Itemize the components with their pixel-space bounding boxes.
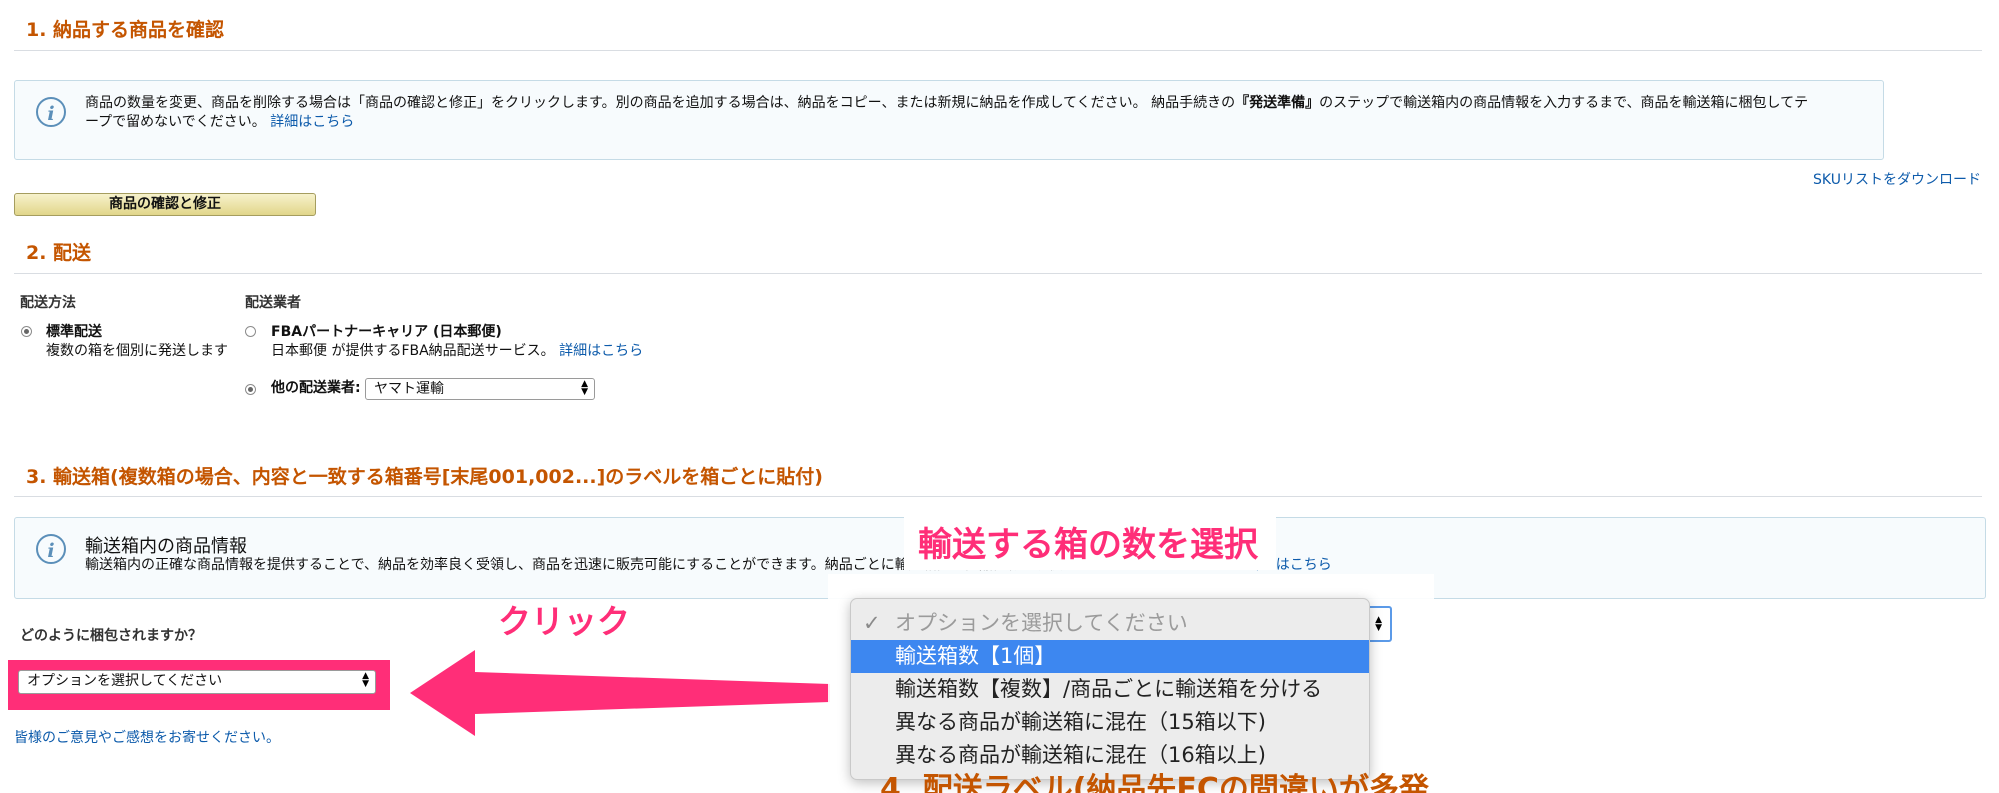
dropdown-option-multiple-boxes[interactable]: 輸送箱数【複数】/商品ごとに輸送箱を分ける (851, 673, 1369, 706)
section-3-title: 3. 輸送箱(複数箱の場合、内容と一致する箱番号[末尾001,002...]のラ… (26, 466, 823, 488)
dropdown-option-one-box[interactable]: 輸送箱数【1個】 (851, 640, 1369, 673)
section-4-title-partial: 4. 配送ラベル(納品先FCの間違いが多発 (880, 772, 1429, 793)
fba-partner-label: FBAパートナーキャリア (日本郵便) (271, 324, 502, 340)
info-icon: i (36, 97, 66, 127)
learn-more-link[interactable]: 詳細はこちら (270, 114, 354, 130)
dropdown-option-placeholder[interactable]: ✓ オプションを選択してください (851, 607, 1369, 640)
info-text-part2: のステップで輸送箱内の商品情報を入力するまで、商品を輸送箱に梱包してテ (1319, 95, 1809, 111)
other-carrier-label: 他の配送業者: (271, 380, 361, 396)
annotation-click: クリック (498, 602, 630, 641)
sku-download-link[interactable]: SKUリストをダウンロード (1813, 171, 1981, 190)
box-contents-title: 輸送箱内の商品情報 (85, 536, 247, 557)
option-label: オプションを選択してください (895, 611, 1188, 635)
checkmark-icon: ✓ (863, 611, 881, 635)
standard-shipping-radio[interactable] (21, 326, 32, 337)
fba-partner-option: FBAパートナーキャリア (日本郵便) 日本郵便 が提供するFBA納品配送サービ… (271, 323, 643, 361)
carrier-select[interactable]: ヤマト運輸 ▲ ▼ (365, 378, 595, 400)
pack-question-label: どのように梱包されますか？ (20, 628, 202, 644)
option-label: 異なる商品が輸送箱に混在（16箱以上) (895, 743, 1266, 767)
feedback-link[interactable]: 皆様のご意見やご感想をお寄せください。 (14, 729, 280, 748)
pack-method-select[interactable]: オプションを選択してください ▲ ▼ (18, 670, 376, 694)
carrier-label: 配送業者 (245, 295, 301, 311)
shipping-method-label: 配送方法 (20, 295, 76, 311)
option-label: 輸送箱数【1個】 (895, 644, 1056, 668)
section-4-clip: 4. 配送ラベル(納品先FCの間違いが多発 (880, 768, 1440, 793)
carrier-select-value: ヤマト運輸 (374, 381, 444, 397)
section-1-divider (14, 50, 1982, 51)
section-1-info-text: 商品の数量を変更、商品を削除する場合は「商品の確認と修正」をクリックします。別の… (85, 94, 1865, 132)
standard-shipping-desc: 複数の箱を個別に発送します (46, 343, 228, 359)
select-arrows-icon: ▲ ▼ (1375, 615, 1382, 633)
select-arrows-icon: ▲ ▼ (581, 379, 588, 397)
annotation-arrow-icon (410, 650, 830, 736)
info-icon: i (36, 534, 66, 564)
section-3-divider (14, 496, 1982, 497)
fba-learn-more-link[interactable]: 詳細はこちら (559, 343, 643, 359)
fba-partner-desc: 日本郵便 が提供するFBA納品配送サービス。 (271, 343, 555, 359)
standard-shipping-label: 標準配送 (46, 324, 102, 340)
option-label: 輸送箱数【複数】/商品ごとに輸送箱を分ける (895, 677, 1323, 701)
pack-select-value: オプションを選択してください (27, 673, 223, 689)
info-text-bold: 『発送準備』 (1235, 95, 1320, 111)
info-text-part1: 商品の数量を変更、商品を削除する場合は「商品の確認と修正」をクリックします。別の… (85, 95, 1236, 111)
info-text-part3: ープで留めないでください。 (85, 114, 266, 130)
other-carrier-radio[interactable] (245, 384, 256, 395)
option-label: 異なる商品が輸送箱に混在（15箱以下) (895, 710, 1266, 734)
review-products-button[interactable]: 商品の確認と修正 (14, 193, 316, 216)
fba-partner-radio[interactable] (245, 326, 256, 337)
annotation-select-boxes: 輸送する箱の数を選択 (918, 525, 1258, 565)
dropdown-option-mixed-15[interactable]: 異なる商品が輸送箱に混在（15箱以下) (851, 706, 1369, 739)
select-arrows-icon: ▲ ▼ (362, 671, 369, 689)
section-2-divider (14, 273, 1982, 274)
standard-shipping-option: 標準配送 複数の箱を個別に発送します (46, 323, 228, 361)
section-1-info-box: i 商品の数量を変更、商品を削除する場合は「商品の確認と修正」をクリックします。… (14, 80, 1884, 160)
section-1-title: 1. 納品する商品を確認 (26, 19, 225, 41)
box-count-dropdown[interactable]: ✓ オプションを選択してください 輸送箱数【1個】 輸送箱数【複数】/商品ごとに… (850, 598, 1370, 780)
section-2-title: 2. 配送 (26, 242, 92, 264)
